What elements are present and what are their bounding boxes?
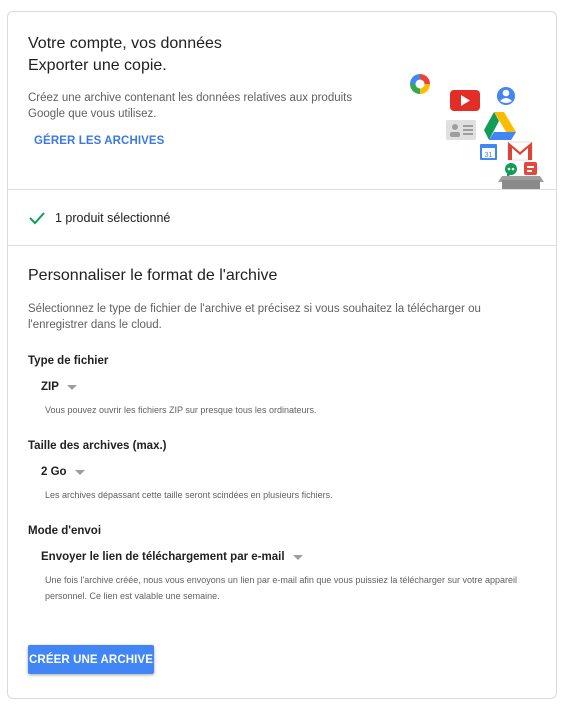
archive-size-value: 2 Go — [41, 466, 67, 478]
manage-archives-link[interactable]: GÉRER LES ARCHIVES — [34, 135, 164, 147]
delivery-method-value: Envoyer le lien de téléchargement par e-… — [41, 551, 285, 563]
chevron-down-icon — [292, 555, 303, 560]
drive-icon — [484, 112, 516, 140]
file-type-hint: Vous pouvez ouvrir les fichiers ZIP sur … — [45, 405, 317, 415]
page-subtitle: Exporter une copie. — [28, 57, 167, 74]
format-section-description: Sélectionnez le type de fichier de l'arc… — [28, 303, 481, 331]
contacts-icon — [446, 120, 476, 140]
file-type-select[interactable]: ZIP — [41, 381, 77, 393]
export-card: Votre compte, vos données Exporter une c… — [7, 11, 557, 699]
selected-products-row[interactable]: 1 produit sélectionné — [28, 208, 170, 228]
header-description: Créez une archive contenant les données … — [28, 92, 353, 120]
blogger-icon — [524, 162, 537, 175]
delivery-method-select[interactable]: Envoyer le lien de téléchargement par e-… — [41, 551, 303, 563]
page-title: Votre compte, vos données — [28, 35, 222, 52]
calendar-icon: 31 — [480, 144, 497, 160]
check-icon — [29, 212, 45, 225]
divider — [8, 245, 556, 246]
chevron-down-icon — [74, 470, 85, 475]
archive-size-label: Taille des archives (max.) — [28, 440, 167, 452]
file-type-value: ZIP — [41, 381, 59, 393]
header-section: Votre compte, vos données Exporter une c… — [8, 12, 556, 190]
youtube-icon — [450, 90, 480, 111]
selected-products-text: 1 produit sélectionné — [55, 211, 171, 225]
archive-box-icon — [498, 176, 544, 190]
gmail-icon — [507, 141, 533, 161]
hangouts-icon — [505, 163, 517, 178]
archive-size-hint: Les archives dépassant cette taille sero… — [45, 490, 333, 500]
format-section-title: Personnaliser le format de l'archive — [28, 267, 278, 284]
create-archive-button[interactable]: CRÉER UNE ARCHIVE — [28, 645, 154, 674]
delivery-method-label: Mode d'envoi — [28, 525, 102, 537]
picasa-icon — [410, 74, 430, 94]
divider — [8, 189, 556, 190]
profile-icon — [497, 87, 515, 105]
archive-size-select[interactable]: 2 Go — [41, 466, 85, 478]
product-icons-illustration: 31 — [410, 74, 544, 190]
chevron-down-icon — [66, 385, 77, 390]
file-type-label: Type de fichier — [28, 355, 109, 367]
delivery-method-hint: Une fois l'archive créée, nous vous envo… — [45, 575, 517, 601]
calendar-day: 31 — [485, 152, 493, 159]
